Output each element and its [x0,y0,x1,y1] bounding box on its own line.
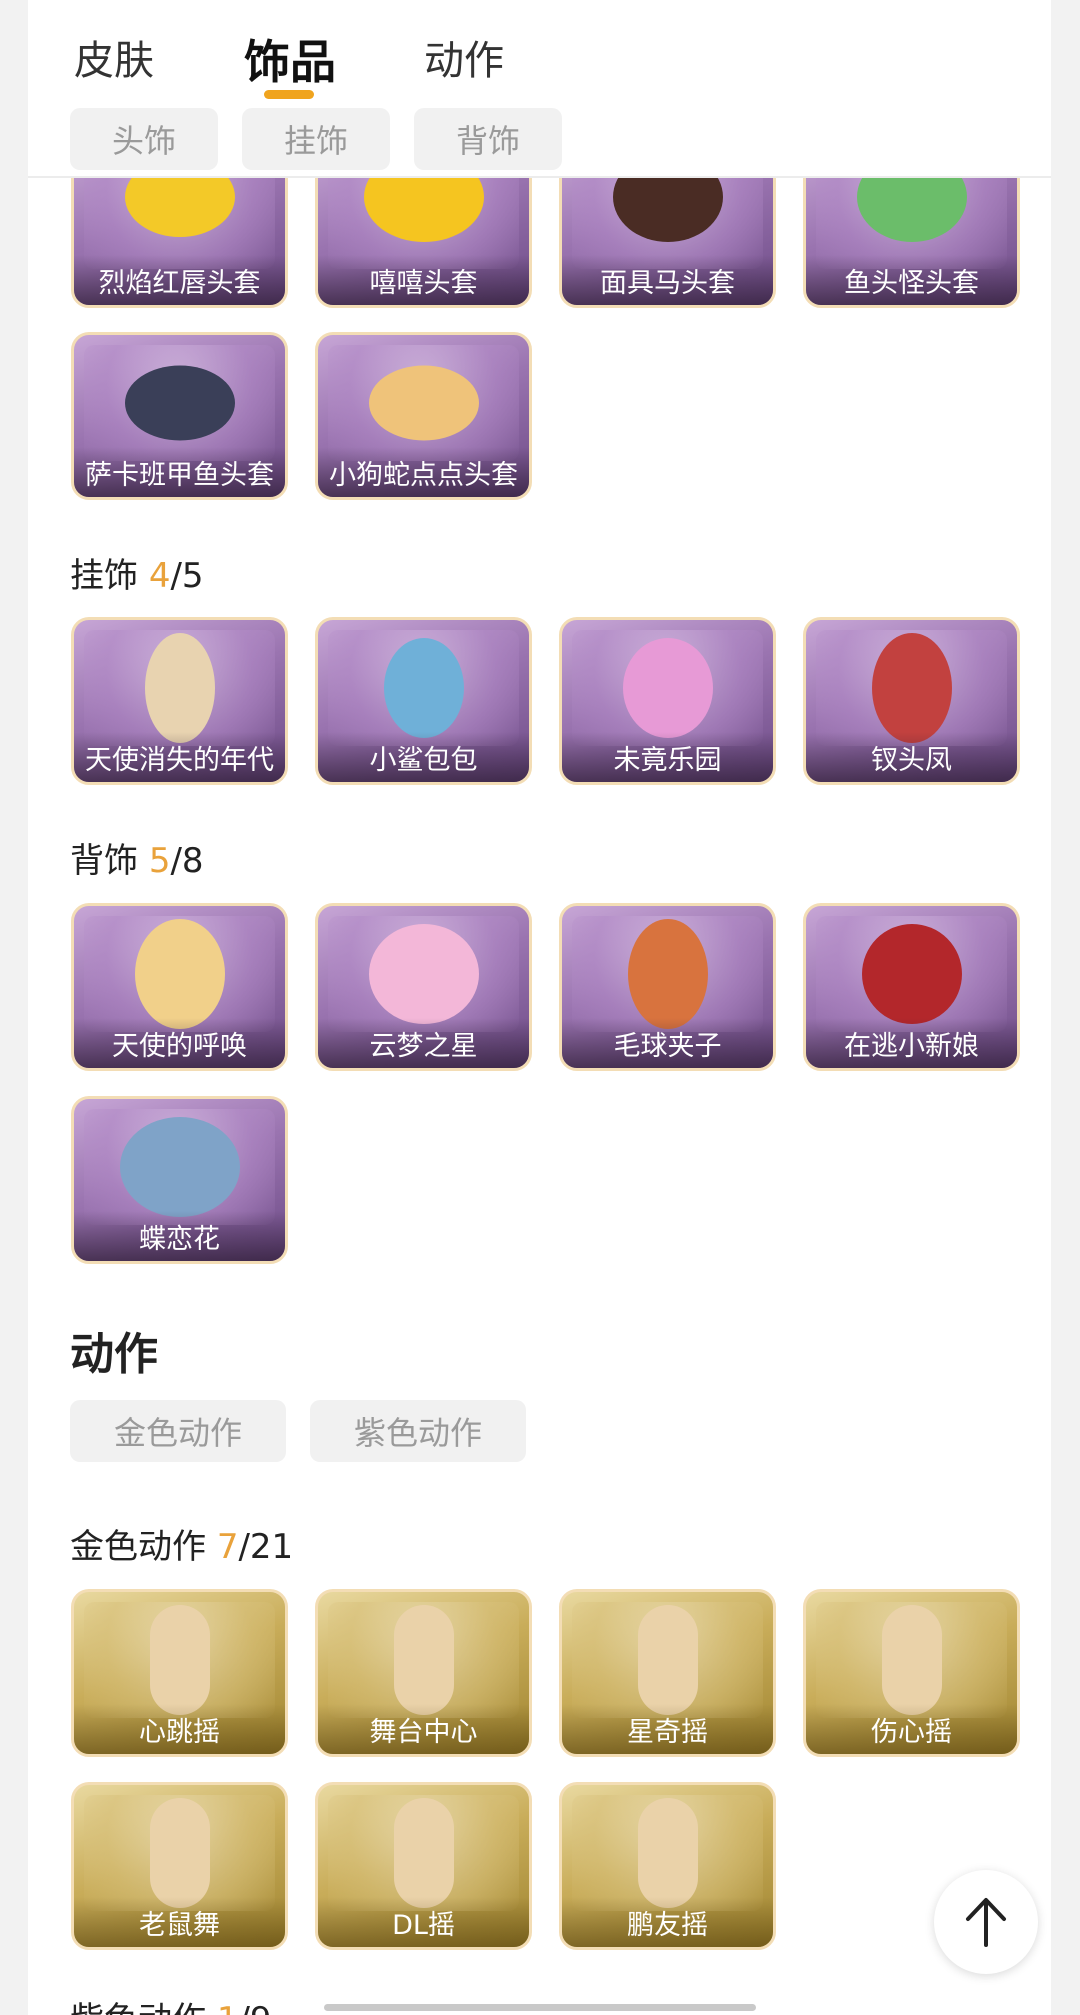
item-thumbnail [144,633,215,744]
action-card[interactable]: 鹏友摇 [559,1782,776,1950]
action-card[interactable]: DL摇 [315,1782,532,1950]
horizontal-scrollbar[interactable] [324,2004,756,2011]
item-name: 面具马头套 [562,255,773,305]
section-title-back: 背饰 5/8 [70,833,204,882]
item-card[interactable]: 在逃小新娘 [803,903,1020,1071]
item-thumbnail [368,365,479,441]
action-card[interactable]: 舞台中心 [315,1589,532,1757]
item-name: 天使的呼唤 [74,1018,285,1068]
item-name: 烈焰红唇头套 [74,255,285,305]
item-name: 蝶恋花 [74,1211,285,1261]
item-card[interactable]: 未竟乐园 [559,617,776,785]
subtab-head[interactable]: 头饰 [70,108,218,170]
section-title-hanging: 挂饰 4/5 [70,548,204,597]
tab-actions[interactable]: 动作 [424,28,504,86]
item-card[interactable]: 小鲨包包 [315,617,532,785]
total-count: /21 [238,1527,294,1567]
action-card[interactable]: 星奇摇 [559,1589,776,1757]
action-silhouette-icon [149,1605,210,1716]
arrow-up-icon [966,1898,1006,1947]
section-label: 金色动作 [70,1527,206,1567]
item-name: 天使消失的年代 [74,732,285,782]
action-name: 心跳摇 [74,1704,285,1754]
action-card[interactable]: 老鼠舞 [71,1782,288,1950]
total-count: /9 [238,2000,271,2015]
action-silhouette-icon [393,1798,454,1909]
item-name: 在逃小新娘 [806,1018,1017,1068]
action-card[interactable]: 伤心摇 [803,1589,1020,1757]
section-label: 挂饰 [70,556,138,596]
action-card[interactable]: 心跳摇 [71,1589,288,1757]
owned-count: 5 [148,841,171,881]
item-thumbnail [861,924,962,1025]
section-label: 背饰 [70,841,138,881]
item-card[interactable]: 萨卡班甲鱼头套 [71,332,288,500]
section-title-actions: 动作 [70,1329,158,1380]
item-card[interactable]: 天使的呼唤 [71,903,288,1071]
total-count: /5 [170,556,204,596]
section-title-purple-actions: 紫色动作 1/9 [70,1992,272,2015]
item-name: 嘻嘻头套 [318,255,529,305]
action-name: 星奇摇 [562,1704,773,1754]
action-name: 舞台中心 [318,1704,529,1754]
owned-count: 7 [216,1527,239,1567]
item-thumbnail [622,638,713,739]
item-card[interactable]: 小狗蛇点点头套 [315,332,532,500]
item-name: 云梦之星 [318,1018,529,1068]
tab-skin[interactable]: 皮肤 [74,28,154,86]
top-header: 皮肤 饰品 动作 头饰 挂饰 背饰 [28,0,1051,178]
total-count: /8 [170,841,204,881]
item-name: 鱼头怪头套 [806,255,1017,305]
back-to-top-button[interactable] [934,1870,1038,1974]
action-name: 老鼠舞 [74,1897,285,1947]
item-thumbnail [627,919,708,1030]
action-silhouette-icon [881,1605,942,1716]
chip-gold-actions[interactable]: 金色动作 [70,1400,286,1462]
chip-purple-actions[interactable]: 紫色动作 [310,1400,526,1462]
item-card[interactable]: 云梦之星 [315,903,532,1071]
tab-accessories[interactable]: 饰品 [244,26,336,92]
item-name: 小鲨包包 [318,732,529,782]
item-name: 毛球夹子 [562,1018,773,1068]
action-silhouette-icon [637,1798,698,1909]
section-title-gold-actions: 金色动作 7/21 [70,1519,293,1568]
item-name: 小狗蛇点点头套 [318,447,529,497]
subtab-back[interactable]: 背饰 [414,108,562,170]
active-tab-indicator [264,90,314,99]
item-thumbnail [871,633,952,744]
action-name: DL摇 [318,1897,529,1947]
action-silhouette-icon [149,1798,210,1909]
item-thumbnail [124,365,235,441]
action-silhouette-icon [637,1605,698,1716]
item-card[interactable]: 毛球夹子 [559,903,776,1071]
item-card[interactable]: 钗头凤 [803,617,1020,785]
item-name: 萨卡班甲鱼头套 [74,447,285,497]
owned-count: 4 [148,556,171,596]
section-label: 紫色动作 [70,2000,206,2015]
item-thumbnail [134,919,225,1030]
item-name: 钗头凤 [806,732,1017,782]
action-silhouette-icon [393,1605,454,1716]
item-thumbnail [383,638,464,739]
item-card[interactable]: 天使消失的年代 [71,617,288,785]
owned-count: 1 [217,2000,239,2015]
action-name: 鹏友摇 [562,1897,773,1947]
item-card[interactable]: 蝶恋花 [71,1096,288,1264]
subtab-hanging[interactable]: 挂饰 [242,108,390,170]
page: 皮肤 饰品 动作 头饰 挂饰 背饰 烈焰红唇头套 嘻嘻头套 面具马头套 鱼头怪头… [28,0,1051,2015]
item-name: 未竟乐园 [562,732,773,782]
item-thumbnail [368,924,479,1025]
item-thumbnail [119,1117,240,1218]
action-name: 伤心摇 [806,1704,1017,1754]
